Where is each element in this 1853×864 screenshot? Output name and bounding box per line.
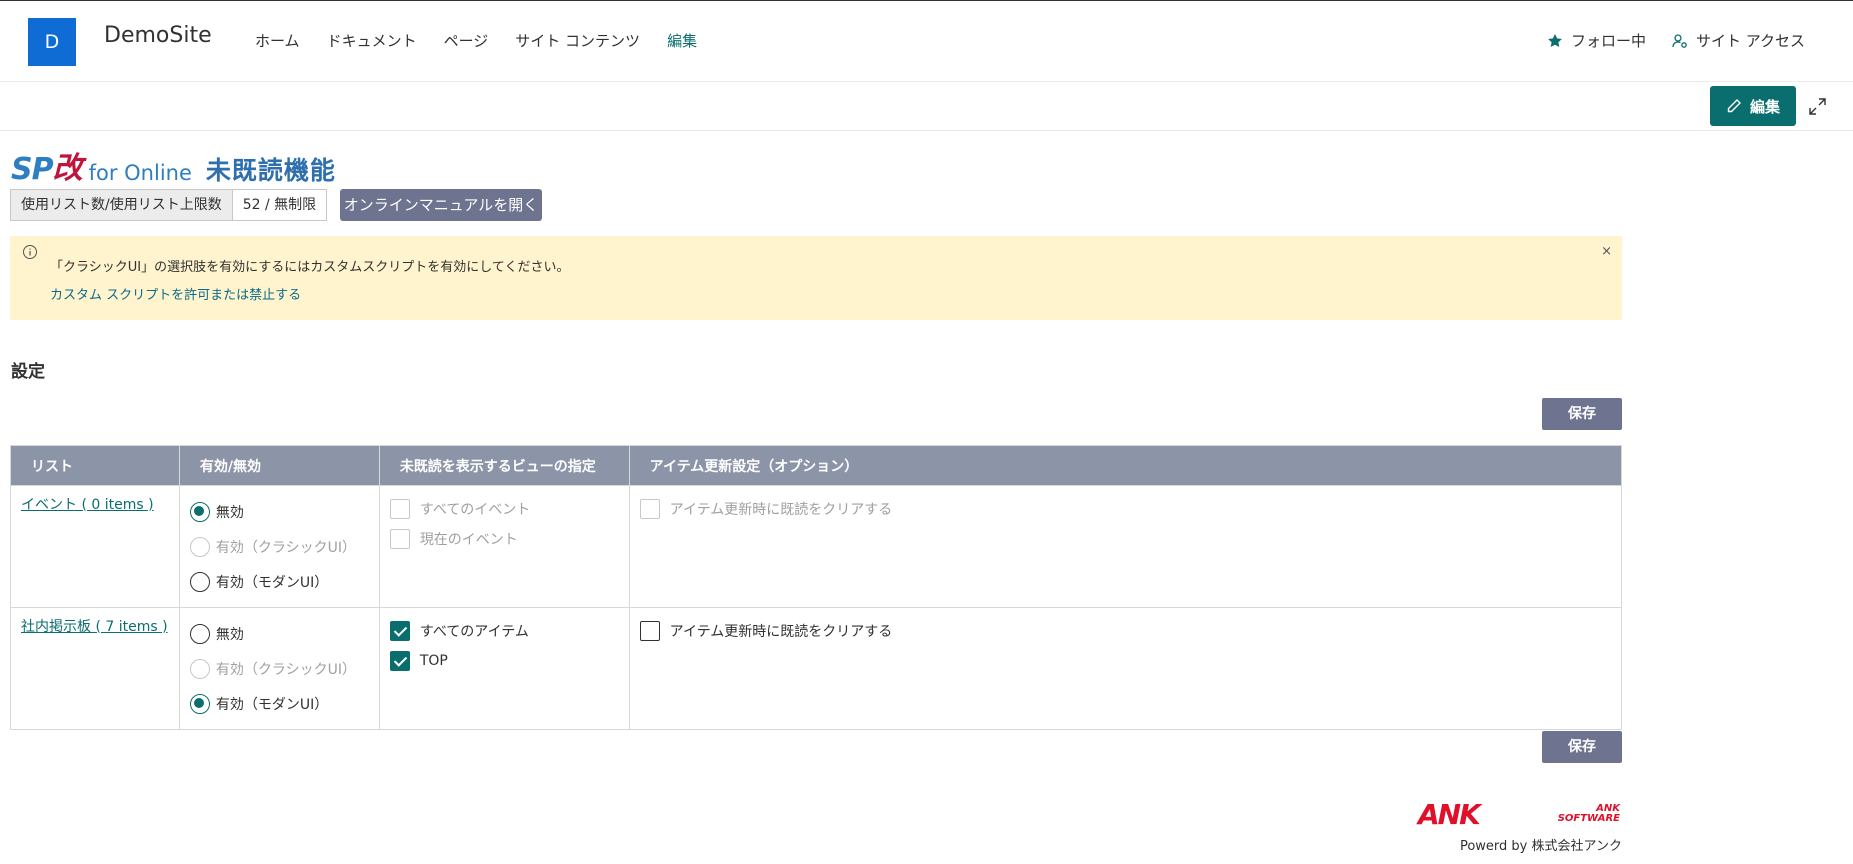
- radio-modern-ui[interactable]: [189, 693, 210, 714]
- nav-item-edit[interactable]: 編集: [667, 30, 697, 51]
- radio-disabled-mode[interactable]: [189, 623, 210, 644]
- radio-option: 有効（クラシックUI）: [189, 651, 369, 686]
- site-name[interactable]: DemoSite: [104, 23, 212, 48]
- views-cell: すべてのイベント 現在のイベント: [378, 485, 630, 608]
- table-header-row: リスト 有効/無効 未既読を表示するビューの指定 アイテム更新設定（オプション）: [10, 445, 1623, 486]
- people-settings-icon: [1672, 33, 1687, 48]
- settings-table: リスト 有効/無効 未既読を表示するビューの指定 アイテム更新設定（オプション）…: [10, 445, 1623, 730]
- checkbox-label: アイテム更新時に既読をクリアする: [669, 624, 893, 640]
- header-actions: フォロー中 サイト アクセス: [1547, 30, 1805, 51]
- checkbox-label: 現在のイベント: [419, 532, 518, 548]
- list-link-bulletin[interactable]: 社内掲示板 ( 7 items ): [21, 619, 168, 635]
- update-cell: アイテム更新時に既読をクリアする: [628, 607, 1623, 730]
- command-bar: 編集: [0, 82, 1853, 131]
- column-header-update: アイテム更新設定（オプション）: [628, 445, 1623, 486]
- save-button-top[interactable]: 保存: [1542, 398, 1622, 430]
- ank-logo-word-2: SOFTWARE: [1557, 813, 1620, 824]
- nav-item-pages[interactable]: ページ: [444, 30, 489, 51]
- radio-option[interactable]: 有効（モダンUI）: [189, 686, 369, 721]
- section-title: 設定: [11, 362, 45, 382]
- notice-text: 「クラシックUI」の選択肢を有効にするにはカスタムスクリプトを有効にしてください…: [50, 260, 570, 275]
- top-nav: ホーム ドキュメント ページ サイト コンテンツ 編集: [255, 30, 724, 51]
- update-cell: アイテム更新時に既読をクリアする: [628, 485, 1623, 608]
- list-link-events[interactable]: イベント ( 0 items ): [21, 497, 154, 513]
- nav-item-site-contents[interactable]: サイト コンテンツ: [515, 30, 640, 51]
- powered-by: Powerd by 株式会社アンク: [1459, 839, 1622, 854]
- radio-disabled-mode[interactable]: [189, 501, 210, 522]
- update-checkbox-row: アイテム更新時に既読をクリアする: [639, 494, 1611, 524]
- table-row: 社内掲示板 ( 7 items ) 無効 有効（クラシックUI） 有効（モダンU…: [10, 607, 1623, 730]
- view-checkbox-row: すべてのイベント: [389, 494, 619, 524]
- checkbox[interactable]: [389, 621, 410, 641]
- radio-option[interactable]: 有効（モダンUI）: [189, 564, 369, 599]
- ank-logo-mark: ANK: [1418, 798, 1481, 831]
- radio-label: 有効（モダンUI）: [215, 574, 329, 591]
- close-icon[interactable]: ×: [1601, 244, 1612, 259]
- radio-label: 有効（クラシックUI）: [215, 661, 357, 678]
- list-cell: イベント ( 0 items ): [10, 485, 180, 608]
- open-manual-button[interactable]: オンラインマニュアルを開く: [340, 189, 542, 221]
- radio-label: 有効（クラシックUI）: [215, 539, 357, 556]
- checkbox[interactable]: [639, 621, 660, 641]
- pencil-icon: [1727, 99, 1741, 113]
- star-icon: [1548, 33, 1562, 47]
- info-icon: [23, 245, 37, 259]
- checkbox: [389, 499, 410, 519]
- list-cell: 社内掲示板 ( 7 items ): [10, 607, 180, 730]
- checkbox-label: すべてのイベント: [419, 502, 531, 518]
- checkbox[interactable]: [389, 651, 410, 671]
- nav-item-documents[interactable]: ドキュメント: [327, 30, 417, 51]
- radio-classic-ui: [189, 658, 210, 679]
- radio-label: 無効: [215, 626, 244, 643]
- checkbox-label: すべてのアイテム: [419, 624, 529, 640]
- view-checkbox-row: 現在のイベント: [389, 524, 619, 554]
- column-header-views: 未既読を表示するビューの指定: [378, 445, 630, 486]
- site-access-label: サイト アクセス: [1695, 32, 1805, 50]
- radio-option: 有効（クラシックUI）: [189, 529, 369, 564]
- view-checkbox-row[interactable]: TOP: [389, 646, 619, 676]
- follow-label: フォロー中: [1570, 32, 1646, 50]
- enabled-cell: 無効 有効（クラシックUI） 有効（モダンUI）: [178, 485, 380, 608]
- checkbox-label: TOP: [419, 653, 448, 669]
- usage-label: 使用リスト数/使用リスト上限数: [11, 190, 233, 220]
- radio-classic-ui: [189, 536, 210, 557]
- logo-online: for Online: [88, 161, 192, 185]
- site-access-button[interactable]: サイト アクセス: [1672, 30, 1805, 51]
- edit-page-button[interactable]: 編集: [1710, 86, 1796, 126]
- checkbox: [389, 529, 410, 549]
- checkbox: [639, 499, 660, 519]
- radio-option[interactable]: 無効: [189, 616, 369, 651]
- ank-logo: ANK ANK SOFTWARE: [1418, 800, 1622, 830]
- nav-item-home[interactable]: ホーム: [255, 30, 300, 51]
- expand-icon[interactable]: [1809, 98, 1826, 115]
- logo-sp: SP: [11, 152, 54, 187]
- notice-banner: 「クラシックUI」の選択肢を有効にするにはカスタムスクリプトを有効にしてください…: [10, 236, 1622, 320]
- site-logo[interactable]: D: [28, 18, 76, 66]
- radio-label: 無効: [215, 504, 244, 521]
- checkbox-label: アイテム更新時に既読をクリアする: [669, 502, 893, 518]
- column-header-list: リスト: [10, 445, 180, 486]
- table-row: イベント ( 0 items ) 無効 有効（クラシックUI） 有効（モダンUI…: [10, 485, 1623, 608]
- follow-button[interactable]: フォロー中: [1547, 30, 1646, 51]
- save-button-bottom[interactable]: 保存: [1542, 731, 1622, 763]
- radio-modern-ui[interactable]: [189, 571, 210, 592]
- logo-feature-title: 未既読機能: [205, 156, 336, 185]
- edit-label: 編集: [1749, 97, 1780, 116]
- views-cell: すべてのアイテム TOP: [378, 607, 630, 730]
- enabled-cell: 無効 有効（クラシックUI） 有効（モダンUI）: [178, 607, 380, 730]
- radio-option[interactable]: 無効: [189, 494, 369, 529]
- radio-label: 有効（モダンUI）: [215, 696, 329, 713]
- column-header-enabled: 有効/無効: [178, 445, 380, 486]
- custom-script-link[interactable]: カスタム スクリプトを許可または禁止する: [50, 284, 301, 303]
- usage-box: 使用リスト数/使用リスト上限数 52 / 無制限: [10, 189, 328, 221]
- site-header: D DemoSite ホーム ドキュメント ページ サイト コンテンツ 編集 フ…: [0, 0, 1853, 82]
- app-logo: SP 改 for Online 未既読機能: [11, 143, 336, 187]
- view-checkbox-row[interactable]: すべてのアイテム: [389, 616, 619, 646]
- ank-logo-wordmark: ANK SOFTWARE: [1510, 804, 1620, 824]
- update-checkbox-row[interactable]: アイテム更新時に既読をクリアする: [639, 616, 1611, 646]
- logo-kai: 改: [52, 151, 83, 186]
- usage-value: 52 / 無制限: [232, 190, 327, 220]
